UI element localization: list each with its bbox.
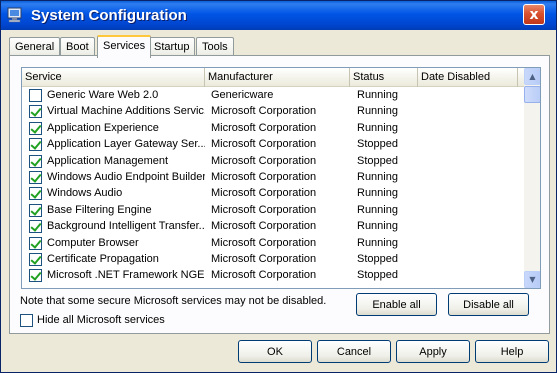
- tab-services[interactable]: Services: [97, 35, 152, 58]
- list-item[interactable]: Microsoft .NET Framework NGE... Microsoft…: [22, 267, 524, 283]
- service-name: Certificate Propagation: [47, 253, 159, 265]
- services-list[interactable]: Service Manufacturer Status Date Disable…: [21, 67, 541, 289]
- list-item[interactable]: Certificate Propagation Microsoft Corpora…: [22, 251, 524, 267]
- service-checkbox[interactable]: [29, 253, 42, 266]
- secure-services-note: Note that some secure Microsoft services…: [20, 295, 327, 307]
- list-item[interactable]: Windows Audio Endpoint Builder Microsoft …: [22, 169, 524, 185]
- list-body: Generic Ware Web 2.0 Genericware Running Vi…: [22, 87, 524, 288]
- service-manufacturer: Microsoft Corporation: [211, 269, 317, 282]
- service-checkbox[interactable]: [29, 203, 42, 217]
- help-button[interactable]: Help: [475, 340, 549, 363]
- column-header-manufacturer[interactable]: Manufacturer: [205, 68, 350, 87]
- list-item[interactable]: Application Layer Gateway Ser... Microsof…: [22, 136, 524, 152]
- service-manufacturer: Microsoft Corporation: [211, 105, 317, 118]
- service-status: Running: [357, 187, 398, 200]
- list-item[interactable]: Application Management Microsoft Corporat…: [22, 153, 524, 169]
- service-manufacturer: Microsoft Corporation: [211, 171, 317, 183]
- list-item[interactable]: Computer Browser Microsoft Corporation Run…: [22, 235, 524, 251]
- column-header-date-disabled[interactable]: Date Disabled: [418, 68, 518, 87]
- service-name: Application Management: [47, 154, 169, 167]
- service-manufacturer: Microsoft Corporation: [211, 203, 317, 216]
- service-status: Running: [357, 220, 398, 233]
- service-checkbox[interactable]: [29, 171, 42, 184]
- service-checkbox[interactable]: [29, 105, 42, 119]
- service-name: Base Filtering Engine: [47, 203, 152, 216]
- close-icon: x: [529, 6, 539, 23]
- tab-tools[interactable]: Tools: [196, 37, 234, 56]
- arrow-down-icon: ▼: [529, 274, 536, 284]
- service-status: Stopped: [357, 154, 398, 167]
- service-status: Stopped: [357, 269, 398, 282]
- disable-all-button[interactable]: Disable all: [448, 293, 529, 316]
- service-manufacturer: Microsoft Corporation: [211, 154, 317, 167]
- title-bar[interactable]: System Configuration x: [1, 1, 556, 30]
- scroll-thumb[interactable]: [524, 86, 540, 103]
- service-name: Microsoft .NET Framework NGE...: [47, 269, 205, 282]
- service-status: Stopped: [357, 138, 398, 151]
- tab-boot[interactable]: Boot: [60, 37, 95, 56]
- service-status: Running: [357, 89, 398, 101]
- list-item[interactable]: Base Filtering Engine Microsoft Corporati…: [22, 202, 524, 218]
- service-name: Virtual Machine Additions Servic...: [47, 105, 205, 118]
- column-header-status[interactable]: Status: [350, 68, 418, 87]
- vertical-scrollbar[interactable]: ▲ ▼: [524, 68, 540, 288]
- ok-button[interactable]: OK: [238, 340, 312, 363]
- service-name: Application Layer Gateway Ser...: [47, 138, 205, 151]
- scroll-up-button[interactable]: ▲: [524, 68, 540, 85]
- apply-button[interactable]: Apply: [396, 340, 470, 363]
- system-configuration-window: System Configuration x General Boot Serv…: [0, 0, 557, 373]
- service-manufacturer: Microsoft Corporation: [211, 253, 317, 265]
- service-manufacturer: Microsoft Corporation: [211, 187, 317, 200]
- services-tab-panel: Service Manufacturer Status Date Disable…: [9, 55, 550, 334]
- cancel-button[interactable]: Cancel: [317, 340, 391, 363]
- list-header: Service Manufacturer Status Date Disable…: [22, 68, 524, 87]
- service-manufacturer: Microsoft Corporation: [211, 220, 317, 233]
- service-checkbox[interactable]: [29, 220, 42, 234]
- service-name: Windows Audio Endpoint Builder: [47, 171, 205, 183]
- service-checkbox[interactable]: [29, 187, 42, 201]
- service-checkbox[interactable]: [29, 89, 42, 102]
- tab-general[interactable]: General: [9, 37, 61, 56]
- service-name: Application Experience: [47, 121, 159, 134]
- service-checkbox[interactable]: [29, 138, 42, 152]
- service-manufacturer: Microsoft Corporation: [211, 138, 317, 151]
- scroll-down-button[interactable]: ▼: [524, 271, 540, 288]
- service-status: Running: [357, 203, 398, 216]
- window-title: System Configuration: [31, 7, 187, 24]
- service-status: Running: [357, 121, 398, 134]
- list-item[interactable]: Application Experience Microsoft Corporat…: [22, 120, 524, 136]
- enable-all-button[interactable]: Enable all: [356, 293, 437, 316]
- tab-startup[interactable]: Startup: [148, 37, 196, 56]
- system-configuration-icon: [7, 7, 24, 23]
- service-checkbox[interactable]: [29, 154, 42, 168]
- list-item[interactable]: Windows Audio Microsoft Corporation Runnin…: [22, 185, 524, 201]
- service-name: Windows Audio: [47, 187, 123, 200]
- list-item[interactable]: Generic Ware Web 2.0 Genericware Running: [22, 87, 524, 103]
- service-checkbox[interactable]: [29, 236, 42, 250]
- service-name: Generic Ware Web 2.0: [47, 89, 159, 101]
- close-button[interactable]: x: [523, 4, 545, 25]
- service-manufacturer: Microsoft Corporation: [211, 236, 317, 249]
- service-status: Running: [357, 105, 398, 118]
- hide-microsoft-services-label[interactable]: Hide all Microsoft services: [37, 314, 165, 326]
- service-status: Running: [357, 171, 398, 183]
- hide-microsoft-services-checkbox[interactable]: [20, 314, 33, 327]
- service-checkbox[interactable]: [29, 121, 42, 135]
- service-manufacturer: Genericware: [211, 89, 274, 101]
- list-item[interactable]: Virtual Machine Additions Servic... Micro…: [22, 103, 524, 119]
- service-status: Stopped: [357, 253, 398, 265]
- service-manufacturer: Microsoft Corporation: [211, 121, 317, 134]
- service-checkbox[interactable]: [29, 269, 42, 283]
- service-status: Running: [357, 236, 398, 249]
- column-header-service[interactable]: Service: [22, 68, 205, 87]
- list-item[interactable]: Background Intelligent Transfer... Micros…: [22, 218, 524, 234]
- service-name: Computer Browser: [47, 236, 139, 249]
- arrow-up-icon: ▲: [529, 71, 536, 81]
- service-name: Background Intelligent Transfer...: [47, 220, 205, 233]
